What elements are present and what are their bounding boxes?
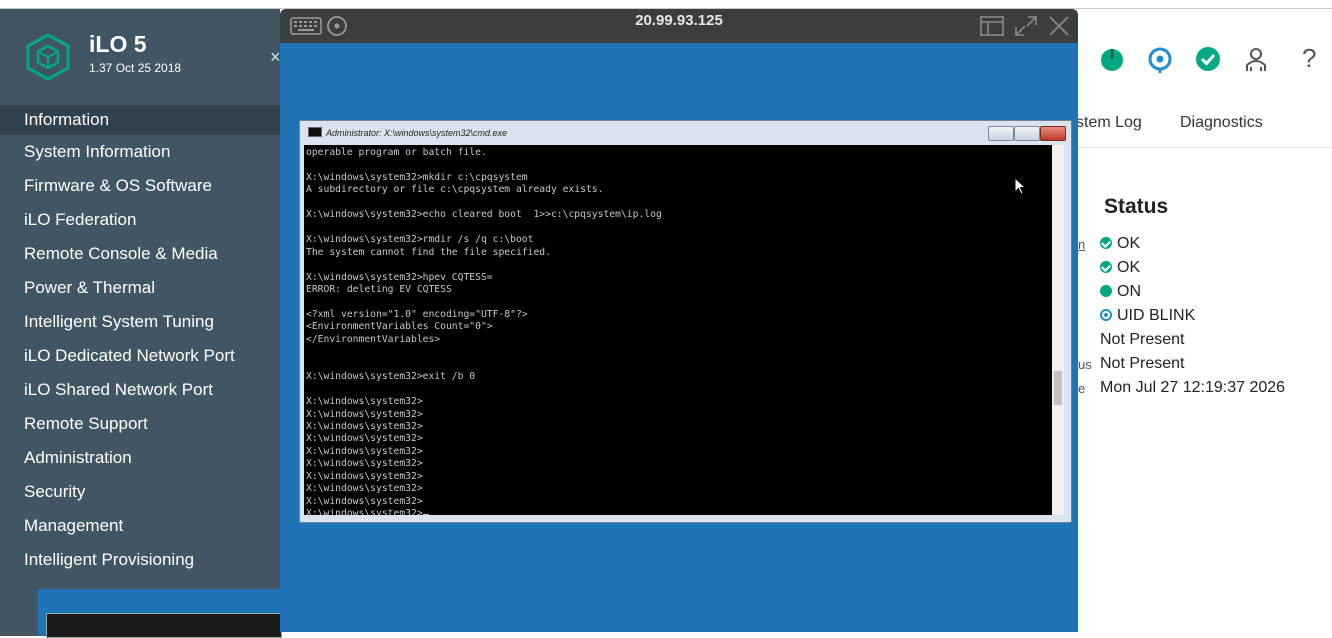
tab-bar: stem Log Diagnostics (1076, 101, 1332, 148)
sidebar-item-system-information[interactable]: System Information (0, 135, 280, 169)
close-icon[interactable] (1048, 15, 1070, 37)
cmd-scrollbar-thumb[interactable] (1054, 371, 1062, 405)
cmd-line: X:\windows\system32>hpev CQTESS= (306, 271, 493, 283)
status-value: OK (1117, 235, 1141, 252)
window-layout-icon[interactable] (980, 15, 1004, 37)
cmd-output-text: operable program or batch file. X:\windo… (304, 145, 1052, 515)
console-screen[interactable]: Administrator: X:\windows\system32\cmd.e… (280, 43, 1078, 632)
truncated-label: us (1078, 357, 1092, 372)
product-name: iLO 5 (89, 31, 147, 57)
sidebar-nav: Information System Information Firmware … (0, 105, 280, 577)
sidebar-item-firmware-os-software[interactable]: Firmware & OS Software (0, 169, 280, 203)
cmd-window[interactable]: Administrator: X:\windows\system32\cmd.e… (299, 120, 1072, 523)
maximize-button[interactable] (1014, 126, 1040, 141)
status-row: Not Present (1100, 355, 1184, 373)
cmd-line: X:\windows\system32> (306, 433, 423, 445)
console-titlebar: 20.99.93.125 (280, 9, 1078, 43)
sidebar-item-management[interactable]: Management (0, 509, 280, 543)
console-host-address: 20.99.93.125 (635, 12, 723, 29)
cmd-line: X:\windows\system32>rmdir /s /q c:\boot (306, 234, 534, 246)
cmd-scrollbar[interactable] (1052, 145, 1064, 515)
help-icon[interactable]: ? (1302, 43, 1316, 74)
product-version: 1.37 Oct 25 2018 (89, 61, 182, 75)
status-row: OK (1100, 235, 1140, 253)
cmd-line: X:\windows\system32> (306, 508, 423, 515)
status-value: OK (1117, 259, 1141, 276)
cmd-line: X:\windows\system32> (306, 458, 423, 470)
cmd-line: X:\windows\system32> (306, 470, 423, 482)
truncated-label: e (1078, 381, 1086, 396)
power-dot-icon (1100, 285, 1112, 297)
header-toolbar: ? (1078, 9, 1332, 99)
sidebar-item-intelligent-provisioning[interactable]: Intelligent Provisioning (0, 543, 280, 577)
sidebar-item-dedicated-network-port[interactable]: iLO Dedicated Network Port (0, 339, 280, 373)
sidebar-item-information[interactable]: Information (0, 105, 280, 135)
cmd-line: X:\windows\system32> (306, 396, 423, 408)
cmd-line: <EnvironmentVariables Count="0"> (306, 321, 493, 333)
cmd-line: X:\windows\system32> (306, 408, 423, 420)
cmd-line: X:\windows\system32>mkdir c:\cpqsystem (306, 171, 528, 183)
sidebar-item-remote-support[interactable]: Remote Support (0, 407, 280, 441)
sidebar-item-security[interactable]: Security (0, 475, 280, 509)
cmd-line: <?xml version="1.0" encoding="UTF-8"?> (306, 308, 528, 320)
cmd-line: X:\windows\system32> (306, 495, 423, 507)
sidebar-item-administration[interactable]: Administration (0, 441, 280, 475)
uid-indicator-icon[interactable] (1146, 45, 1174, 73)
status-row: OK (1100, 259, 1140, 277)
tab-system-log[interactable]: stem Log (1076, 114, 1142, 132)
status-value: Mon Jul 27 12:19:37 2026 (1100, 379, 1286, 396)
console-thumbnail[interactable] (38, 589, 282, 638)
cmd-line: X:\windows\system32> (306, 420, 423, 432)
status-value: Not Present (1100, 355, 1185, 372)
user-icon[interactable] (1242, 45, 1270, 73)
status-row: ON (1100, 283, 1141, 301)
uid-icon (1100, 309, 1112, 321)
cmd-line: A subdirectory or file c:\cpqsystem alre… (306, 184, 604, 196)
sidebar-item-ilo-federation[interactable]: iLO Federation (0, 203, 280, 237)
brand-header: iLO 5 1.37 Oct 25 2018 × (0, 9, 281, 105)
cmd-line: The system cannot find the file specifie… (306, 246, 551, 258)
minimize-button[interactable] (988, 126, 1014, 141)
cmd-window-title: Administrator: X:\windows\system32\cmd.e… (308, 127, 507, 138)
status-row: UID BLINK (1100, 307, 1195, 325)
health-ok-icon[interactable] (1194, 45, 1222, 73)
cmd-line: </EnvironmentVariables> (306, 333, 441, 345)
tab-diagnostics[interactable]: Diagnostics (1180, 114, 1263, 132)
power-icon[interactable] (1098, 45, 1126, 73)
cmd-line: X:\windows\system32> (306, 483, 423, 495)
browser-top-edge (0, 0, 1332, 9)
truncated-link[interactable]: n (1078, 237, 1085, 252)
status-row: Mon Jul 27 12:19:37 2026 (1100, 379, 1285, 397)
text-cursor (422, 514, 429, 515)
mouse-cursor-icon (1014, 177, 1026, 195)
collapse-sidebar-icon[interactable]: × (270, 47, 281, 68)
sidebar-item-intelligent-system-tuning[interactable]: Intelligent System Tuning (0, 305, 280, 339)
console-thumbnail-screen (46, 613, 282, 638)
cmd-line: X:\windows\system32>echo cleared boot 1>… (306, 209, 662, 221)
cmd-line: X:\windows\system32> (306, 445, 423, 457)
sidebar-item-remote-console-media[interactable]: Remote Console & Media (0, 237, 280, 271)
sidebar-item-shared-network-port[interactable]: iLO Shared Network Port (0, 373, 280, 407)
status-value: Not Present (1100, 331, 1185, 348)
sidebar-item-power-thermal[interactable]: Power & Thermal (0, 271, 280, 305)
status-value: ON (1117, 283, 1141, 300)
status-value: UID BLINK (1117, 307, 1196, 324)
cmd-line: ERROR: deleting EV CQTESS (306, 283, 452, 295)
sidebar: iLO 5 1.37 Oct 25 2018 × Information Sys… (0, 9, 282, 638)
status-heading: Status (1104, 195, 1169, 218)
remote-console-window: 20.99.93.125 Administrator: X:\windows\s… (280, 9, 1078, 632)
fullscreen-icon[interactable] (1014, 15, 1038, 37)
ilo-logo-icon (26, 33, 70, 81)
close-button[interactable] (1040, 126, 1066, 141)
status-row: Not Present (1100, 331, 1184, 349)
cmd-line: X:\windows\system32>exit /b 0 (306, 371, 476, 383)
check-circle-icon (1100, 237, 1112, 249)
check-circle-icon (1100, 261, 1112, 273)
main-content: ? stem Log Diagnostics Status n us e OK … (1076, 9, 1332, 636)
cmd-line: operable program or batch file. (306, 147, 487, 158)
cmd-output[interactable]: operable program or batch file. X:\windo… (304, 145, 1052, 515)
